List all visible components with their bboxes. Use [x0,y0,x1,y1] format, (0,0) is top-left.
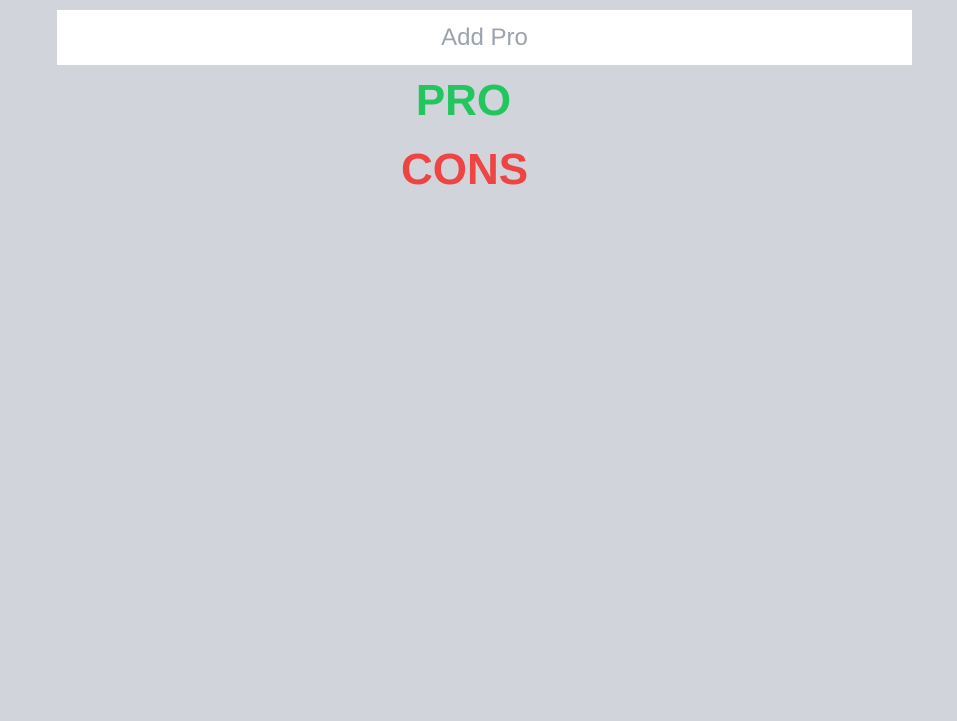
pros-cons-page: PRO CONS [0,0,957,721]
add-pro-input-container [57,10,912,65]
pro-heading: PRO [415,76,512,125]
cons-heading: CONS [400,145,529,194]
add-pro-input[interactable] [57,10,912,65]
